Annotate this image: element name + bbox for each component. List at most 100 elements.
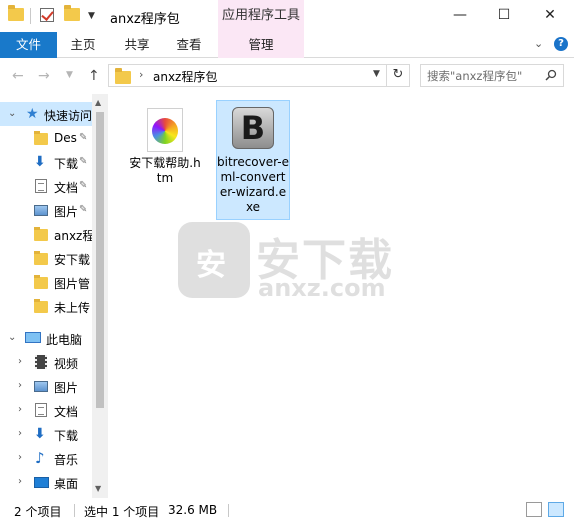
- scroll-down-icon[interactable]: ▼: [95, 484, 101, 493]
- tab-home[interactable]: 主页: [60, 32, 106, 58]
- document-icon: [35, 403, 49, 417]
- nav-item-documents[interactable]: 文档 ✎: [0, 174, 92, 198]
- scroll-up-icon[interactable]: ▲: [95, 98, 101, 107]
- nav-item-anxiazai[interactable]: 安下载: [0, 246, 92, 270]
- expand-chevron-icon[interactable]: ›: [18, 404, 22, 415]
- collapse-chevron-icon[interactable]: ⌄: [8, 108, 16, 119]
- help-icon[interactable]: ?: [554, 37, 568, 51]
- nav-label: anxz程: [54, 229, 92, 243]
- music-icon: ♪: [35, 449, 45, 467]
- up-arrow-icon[interactable]: ↑: [88, 68, 100, 84]
- address-dropdown-icon[interactable]: ▼: [373, 69, 380, 79]
- ribbon-tabs: 文件 主页 共享 查看 管理 ⌄ ?: [0, 32, 574, 58]
- file-item-help-htm[interactable]: 安下载帮助.htm: [128, 102, 202, 186]
- folder-icon: [34, 131, 48, 145]
- search-input[interactable]: [427, 67, 539, 84]
- back-arrow-icon[interactable]: ←: [12, 68, 24, 84]
- picture-icon: [34, 203, 48, 217]
- nav-item-anxz[interactable]: anxz程: [0, 222, 92, 246]
- selection-count: 选中 1 个项目: [84, 505, 160, 519]
- refresh-icon[interactable]: ↻: [386, 65, 409, 86]
- selection-size: 32.6 MB: [168, 503, 218, 517]
- expand-chevron-icon[interactable]: ›: [18, 452, 22, 463]
- nav-item-pc-documents[interactable]: › 文档: [0, 398, 92, 422]
- nav-label: 图片管: [54, 277, 91, 291]
- status-bar: 2 个项目 选中 1 个项目 32.6 MB: [0, 498, 574, 522]
- nav-item-music[interactable]: › ♪ 音乐: [0, 446, 92, 470]
- nav-item-picture-manager[interactable]: 图片管: [0, 270, 92, 294]
- toolbar-separator: [30, 8, 31, 24]
- star-icon: ★: [26, 106, 39, 122]
- html-file-icon: [147, 108, 183, 152]
- folder-icon: [34, 227, 48, 241]
- nav-item-not-uploaded[interactable]: 未上传: [0, 294, 92, 318]
- expand-chevron-icon[interactable]: ›: [18, 380, 22, 391]
- status-separator: [228, 504, 229, 517]
- nav-label: 下载: [54, 157, 79, 171]
- pin-icon: ✎: [79, 132, 88, 143]
- address-row: ← → ▼ ↑ › anxz程序包 ▼ ↻: [0, 58, 574, 94]
- ribbon-collapse-icon[interactable]: ⌄: [534, 37, 543, 50]
- nav-item-pc-pictures[interactable]: › 图片: [0, 374, 92, 398]
- nav-item-desktop[interactable]: Des ✎: [0, 126, 92, 150]
- breadcrumb[interactable]: anxz程序包: [153, 68, 217, 85]
- pin-icon: ✎: [79, 180, 88, 191]
- nav-label: 图片: [54, 205, 79, 219]
- nav-label: 图片: [54, 381, 79, 395]
- nav-label: 音乐: [54, 453, 79, 467]
- nav-label: 文档: [54, 405, 79, 419]
- nav-item-downloads[interactable]: ⬇ 下载 ✎: [0, 150, 92, 174]
- file-list: 安下载帮助.htm B bitrecover-eml-converter-wiz…: [108, 94, 574, 498]
- window-title: anxz程序包: [110, 12, 180, 27]
- search-box[interactable]: [420, 64, 564, 87]
- nav-this-pc[interactable]: ⌄ 此电脑: [0, 326, 92, 350]
- customize-quick-access-icon[interactable]: ▼: [88, 11, 95, 21]
- tab-manage[interactable]: 管理: [218, 32, 304, 58]
- forward-arrow-icon[interactable]: →: [38, 68, 50, 84]
- maximize-button[interactable]: ☐: [482, 0, 526, 32]
- folder-icon: [8, 5, 24, 21]
- nav-item-pictures[interactable]: 图片 ✎: [0, 198, 92, 222]
- folder-icon: [34, 251, 48, 265]
- nav-quick-access[interactable]: ⌄ ★ 快速访问: [0, 102, 92, 126]
- nav-label: 安下载: [54, 253, 91, 267]
- expand-chevron-icon[interactable]: ›: [18, 428, 22, 439]
- search-icon[interactable]: [545, 69, 557, 81]
- properties-check-icon[interactable]: [40, 8, 54, 22]
- folder-icon: [34, 299, 48, 313]
- details-view-button[interactable]: [526, 502, 542, 517]
- file-item-exe[interactable]: B bitrecover-eml-converter-wizard.exe: [216, 100, 290, 220]
- nav-item-videos[interactable]: › 视频: [0, 350, 92, 374]
- large-icons-view-button[interactable]: [548, 502, 564, 517]
- nav-label: 此电脑: [46, 333, 83, 347]
- nav-item-desktop-pc[interactable]: › 桌面: [0, 470, 92, 494]
- expand-chevron-icon[interactable]: ›: [18, 356, 22, 367]
- exe-app-icon: B: [232, 107, 274, 149]
- address-bar[interactable]: › anxz程序包 ▼: [108, 64, 410, 87]
- watermark-subtext: anxz.com: [258, 274, 386, 302]
- tab-file[interactable]: 文件: [0, 32, 57, 58]
- nav-scrollbar[interactable]: ▲ ▼: [92, 94, 108, 498]
- recent-locations-icon[interactable]: ▼: [66, 70, 73, 80]
- tab-share[interactable]: 共享: [114, 32, 160, 58]
- nav-item-pc-downloads[interactable]: › ⬇ 下载: [0, 422, 92, 446]
- desktop-icon: [34, 475, 49, 489]
- breadcrumb-chevron-icon[interactable]: ›: [139, 68, 143, 81]
- new-folder-icon[interactable]: [64, 5, 80, 21]
- picture-icon: [34, 379, 48, 393]
- pin-icon: ✎: [79, 204, 88, 215]
- collapse-chevron-icon[interactable]: ⌄: [8, 332, 16, 343]
- document-icon: [35, 179, 49, 193]
- expand-chevron-icon[interactable]: ›: [18, 476, 22, 487]
- watermark-shield-char: 安: [196, 248, 226, 283]
- watermark-shield-icon: 安: [178, 222, 250, 298]
- folder-icon: [115, 68, 131, 84]
- folder-icon: [34, 275, 48, 289]
- file-name: bitrecover-eml-converter-wizard.exe: [217, 155, 290, 214]
- minimize-button[interactable]: —: [438, 0, 482, 32]
- watermark: 安 安下载 anxz.com: [178, 222, 398, 302]
- close-button[interactable]: ✕: [528, 0, 572, 32]
- scrollbar-thumb[interactable]: [96, 112, 104, 408]
- tab-view[interactable]: 查看: [166, 32, 212, 58]
- nav-label: 文档: [54, 181, 79, 195]
